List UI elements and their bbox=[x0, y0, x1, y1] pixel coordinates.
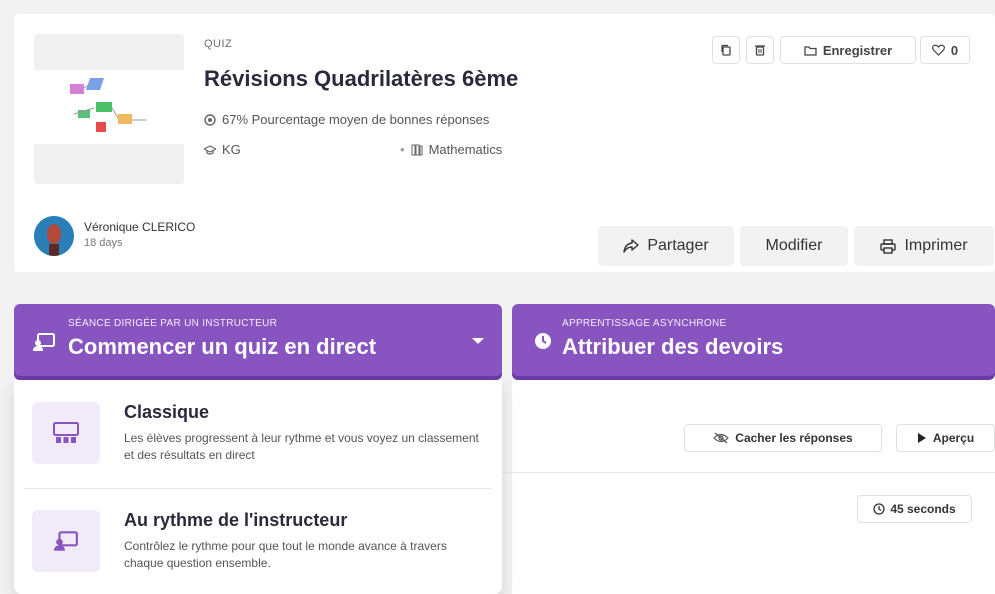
hide-answers-button[interactable]: Cacher les réponses bbox=[684, 424, 882, 452]
mode-option-instructor-paced[interactable]: Au rythme de l'instructeur Contrôlez le … bbox=[14, 498, 502, 594]
edit-label: Modifier bbox=[765, 237, 823, 254]
delete-button[interactable] bbox=[746, 36, 774, 64]
start-live-quiz-button[interactable]: SÉANCE DIRIGÉE PAR UN INSTRUCTEUR Commen… bbox=[14, 304, 502, 376]
print-label: Imprimer bbox=[904, 237, 968, 254]
eye-slash-icon bbox=[713, 432, 730, 444]
quiz-card: QUIZ Révisions Quadrilatères 6ème 67% Po… bbox=[14, 14, 995, 272]
edit-button[interactable]: Modifier bbox=[740, 226, 848, 266]
duplicate-button[interactable] bbox=[712, 36, 740, 64]
subject-text: Mathematics bbox=[428, 142, 503, 157]
save-label: Enregistrer bbox=[822, 42, 893, 58]
print-button[interactable]: Imprimer bbox=[854, 226, 994, 266]
copy-icon bbox=[721, 44, 731, 56]
book-icon bbox=[411, 144, 423, 155]
quiz-title: Révisions Quadrilatères 6ème bbox=[204, 66, 519, 91]
async-title: Attribuer des devoirs bbox=[562, 334, 784, 359]
option-description: Contrôlez le rythme pour que tout le mon… bbox=[124, 539, 447, 570]
option-divider bbox=[24, 488, 492, 489]
clock-icon bbox=[873, 503, 885, 515]
quiz-type-label: QUIZ bbox=[204, 38, 233, 50]
clock-icon bbox=[535, 333, 551, 349]
author-time-ago: 18 days bbox=[84, 237, 123, 249]
share-arrow-icon bbox=[623, 239, 640, 253]
folder-icon bbox=[804, 45, 817, 56]
preview-label: Aperçu bbox=[932, 431, 975, 445]
trash-icon bbox=[755, 45, 765, 56]
questions-panel bbox=[512, 376, 995, 594]
question-time-badge[interactable]: 45 seconds bbox=[857, 495, 972, 523]
graduation-cap-icon bbox=[204, 144, 216, 155]
live-title: Commencer un quiz en direct bbox=[68, 334, 377, 359]
preview-button[interactable]: Aperçu bbox=[896, 424, 995, 452]
like-button[interactable]: 0 bbox=[920, 36, 970, 64]
live-subtitle: SÉANCE DIRIGÉE PAR UN INSTRUCTEUR bbox=[68, 318, 278, 329]
time-label: 45 seconds bbox=[890, 502, 956, 516]
option-title: Classique bbox=[124, 402, 210, 422]
assign-homework-button[interactable]: APPRENTISSAGE ASYNCHRONE Attribuer des d… bbox=[512, 304, 995, 376]
live-mode-dropdown: Classique Les élèves progressent à leur … bbox=[14, 380, 502, 594]
play-icon bbox=[917, 433, 926, 443]
option-title: Au rythme de l'instructeur bbox=[124, 510, 348, 530]
hide-answers-label: Cacher les réponses bbox=[735, 431, 853, 445]
heart-icon bbox=[931, 44, 945, 56]
share-button[interactable]: Partager bbox=[598, 226, 734, 266]
presentation-icon bbox=[32, 510, 100, 572]
chevron-down-icon[interactable] bbox=[472, 338, 484, 344]
share-label: Partager bbox=[647, 237, 709, 254]
subject-stat: • Mathematics bbox=[400, 142, 503, 157]
leaderboard-icon bbox=[32, 402, 100, 464]
presentation-icon bbox=[33, 333, 55, 351]
option-description: Les élèves progressent à leur rythme et … bbox=[124, 431, 479, 462]
printer-icon bbox=[880, 238, 897, 254]
save-button[interactable]: Enregistrer bbox=[780, 36, 916, 64]
grade-text: KG bbox=[222, 142, 241, 157]
grade-stat: KG bbox=[204, 142, 241, 157]
quiz-thumbnail bbox=[34, 34, 184, 184]
mode-option-classic[interactable]: Classique Les élèves progressent à leur … bbox=[14, 390, 502, 490]
author-name[interactable]: Véronique CLERICO bbox=[84, 220, 195, 234]
panel-divider bbox=[502, 472, 995, 473]
accuracy-stat: 67% Pourcentage moyen de bonnes réponses bbox=[204, 112, 489, 127]
target-icon bbox=[204, 113, 216, 126]
async-subtitle: APPRENTISSAGE ASYNCHRONE bbox=[562, 318, 727, 329]
author-avatar[interactable] bbox=[34, 216, 74, 256]
like-count: 0 bbox=[950, 42, 959, 58]
accuracy-text: 67% Pourcentage moyen de bonnes réponses bbox=[222, 112, 490, 127]
